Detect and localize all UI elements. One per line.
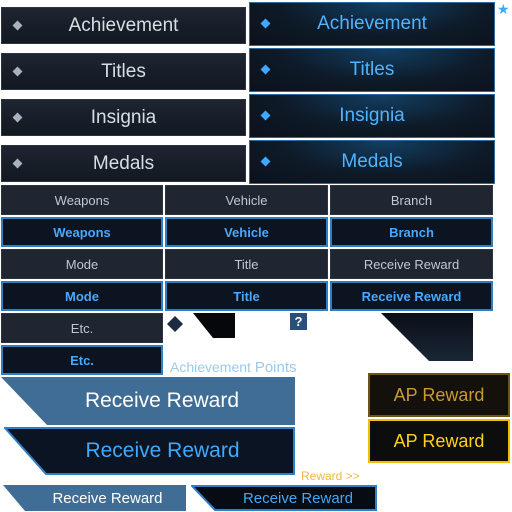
menu-label: Achievement xyxy=(317,13,427,34)
receive-reward-label: Receive Reward xyxy=(52,489,163,507)
menu-label: Titles xyxy=(101,60,146,82)
menu-label: Insignia xyxy=(90,106,157,128)
receive-reward-large-button[interactable]: Receive Reward xyxy=(1,377,295,425)
tab-weapons[interactable]: Weapons xyxy=(1,185,163,215)
menu-label: Insignia xyxy=(339,105,405,126)
tab-title[interactable]: Title xyxy=(165,249,328,279)
star-icon: ★ xyxy=(497,1,510,17)
menu-titles-button[interactable]: Titles xyxy=(1,53,246,90)
diamond-icon xyxy=(12,66,23,76)
ap-reward-button[interactable]: AP Reward xyxy=(368,373,510,417)
reward-link[interactable]: Reward >> xyxy=(301,469,360,483)
tab-mode[interactable]: Mode xyxy=(1,249,163,279)
diamond-icon xyxy=(260,110,271,121)
achievement-points-label: Achievement Points xyxy=(170,359,297,376)
diamond-icon xyxy=(260,156,271,167)
diamond-icon xyxy=(12,20,23,30)
diamond-icon xyxy=(12,112,23,122)
receive-reward-label: Receive Reward xyxy=(85,439,240,462)
points-word: Points xyxy=(254,359,297,376)
menu-achievement-button-active[interactable]: Achievement xyxy=(249,2,495,46)
diamond-shape-icon xyxy=(167,316,183,332)
menu-label: Medals xyxy=(341,151,403,172)
menu-medals-button[interactable]: Medals xyxy=(1,145,246,182)
menu-insignia-button-active[interactable]: Insignia xyxy=(249,94,495,138)
corner-tab-shape xyxy=(193,313,235,338)
tab-title-active[interactable]: Title xyxy=(165,281,328,311)
receive-reward-small-button[interactable]: Receive Reward xyxy=(3,485,186,511)
menu-insignia-button[interactable]: Insignia xyxy=(1,99,246,136)
tab-receive-reward[interactable]: Receive Reward xyxy=(330,249,493,279)
ap-reward-button-active[interactable]: AP Reward xyxy=(368,419,510,463)
corner-panel-shape xyxy=(381,313,473,361)
tab-etc[interactable]: Etc. xyxy=(1,313,163,343)
tab-weapons-active[interactable]: Weapons xyxy=(1,217,163,247)
tab-mode-active[interactable]: Mode xyxy=(1,281,163,311)
receive-reward-label: Receive Reward xyxy=(84,389,240,412)
tab-branch[interactable]: Branch xyxy=(330,185,493,215)
help-icon[interactable]: ? xyxy=(290,313,307,330)
receive-reward-large-button-active[interactable]: Receive Reward xyxy=(4,427,295,475)
menu-achievement-button[interactable]: Achievement xyxy=(1,7,246,44)
menu-label: Titles xyxy=(349,59,395,80)
tab-vehicle[interactable]: Vehicle xyxy=(165,185,328,215)
tab-branch-active[interactable]: Branch xyxy=(330,217,493,247)
menu-label: Medals xyxy=(92,152,155,174)
menu-label: Achievement xyxy=(68,14,179,36)
tab-vehicle-active[interactable]: Vehicle xyxy=(165,217,328,247)
diamond-icon xyxy=(260,18,271,29)
tab-etc-active[interactable]: Etc. xyxy=(1,345,163,375)
diamond-icon xyxy=(12,158,23,168)
achievement-word: Achievement xyxy=(170,359,251,375)
receive-reward-small-button-active[interactable]: Receive Reward xyxy=(191,485,377,511)
menu-medals-button-active[interactable]: Medals xyxy=(249,140,495,184)
menu-titles-button-active[interactable]: Titles xyxy=(249,48,495,92)
diamond-icon xyxy=(260,64,271,75)
tab-receive-reward-active[interactable]: Receive Reward xyxy=(330,281,493,311)
receive-reward-label: Receive Reward xyxy=(242,489,354,507)
